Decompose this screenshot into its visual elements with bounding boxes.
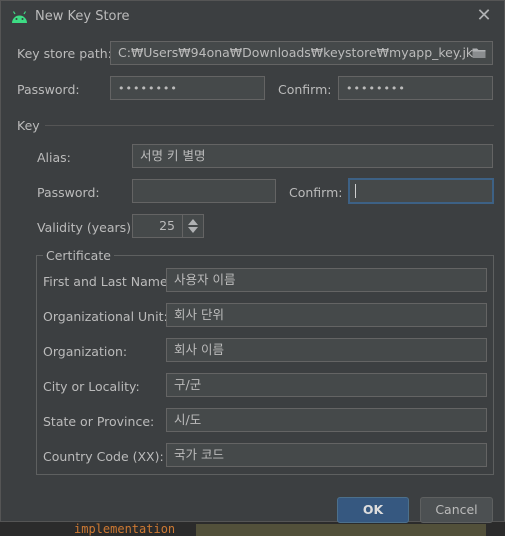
country-code-label: Country Code (XX): <box>43 449 164 464</box>
title-bar[interactable]: New Key Store ✕ <box>1 1 504 33</box>
store-confirm-value: •••••••• <box>346 82 406 95</box>
store-confirm-label: Confirm: <box>278 82 332 97</box>
folder-icon[interactable] <box>472 47 486 59</box>
city-field[interactable]: 구/군 <box>166 373 487 397</box>
city-value: 구/군 <box>174 377 202 392</box>
organization-label: Organization: <box>43 344 128 359</box>
key-confirm-field[interactable] <box>348 178 494 204</box>
keystore-path-field[interactable]: C:₩Users₩94ona₩Downloads₩keystore₩myapp_… <box>110 41 493 65</box>
close-icon[interactable]: ✕ <box>475 7 493 25</box>
editor-code-line: implementation <box>74 522 176 536</box>
key-password-label: Password: <box>37 185 100 200</box>
city-label: City or Locality: <box>43 379 140 394</box>
window-title: New Key Store <box>35 9 130 24</box>
background-editor-strip: implementation <box>0 522 505 536</box>
store-password-field[interactable]: •••••••• <box>110 76 265 100</box>
validity-value: 25 <box>159 218 175 233</box>
spinner-buttons[interactable] <box>182 215 203 237</box>
chevron-up-icon[interactable] <box>188 219 198 225</box>
key-confirm-label: Confirm: <box>289 185 343 200</box>
organization-field[interactable]: 회사 이름 <box>166 338 487 362</box>
alias-label: Alias: <box>37 150 71 165</box>
org-unit-field[interactable]: 회사 단위 <box>166 303 487 327</box>
new-key-store-dialog: New Key Store ✕ Key store path: C:₩Users… <box>0 0 505 523</box>
text-caret <box>355 183 356 198</box>
state-label: State or Province: <box>43 414 155 429</box>
certificate-legend: Certificate <box>43 248 114 263</box>
keystore-path-value: C:₩Users₩94ona₩Downloads₩keystore₩myapp_… <box>118 45 480 60</box>
state-value: 시/도 <box>174 412 202 427</box>
first-last-name-label: First and Last Name: <box>43 274 172 289</box>
organization-value: 회사 이름 <box>174 342 224 357</box>
alias-field[interactable]: 서명 키 별명 <box>132 144 493 168</box>
state-field[interactable]: 시/도 <box>166 408 487 432</box>
store-password-label: Password: <box>17 82 80 97</box>
key-password-field[interactable] <box>132 179 276 203</box>
store-confirm-field[interactable]: •••••••• <box>338 76 493 100</box>
keystore-path-label: Key store path: <box>17 46 112 61</box>
validity-spinner[interactable]: 25 <box>132 214 204 238</box>
first-last-name-field[interactable]: 사용자 이름 <box>166 268 487 292</box>
cancel-button[interactable]: Cancel <box>420 497 493 523</box>
key-section-divider <box>45 125 494 126</box>
ok-button[interactable]: OK <box>337 497 409 523</box>
country-code-value: 국가 코드 <box>174 447 224 462</box>
alias-value: 서명 키 별명 <box>140 148 206 163</box>
store-password-value: •••••••• <box>118 82 178 95</box>
validity-label: Validity (years): <box>37 220 136 235</box>
first-last-name-value: 사용자 이름 <box>174 272 236 287</box>
country-code-field[interactable]: 국가 코드 <box>166 443 487 467</box>
key-section-label: Key <box>17 118 40 133</box>
editor-highlight <box>196 524 486 536</box>
org-unit-value: 회사 단위 <box>174 307 224 322</box>
chevron-down-icon[interactable] <box>188 227 198 233</box>
android-icon <box>12 11 27 23</box>
org-unit-label: Organizational Unit: <box>43 309 168 324</box>
